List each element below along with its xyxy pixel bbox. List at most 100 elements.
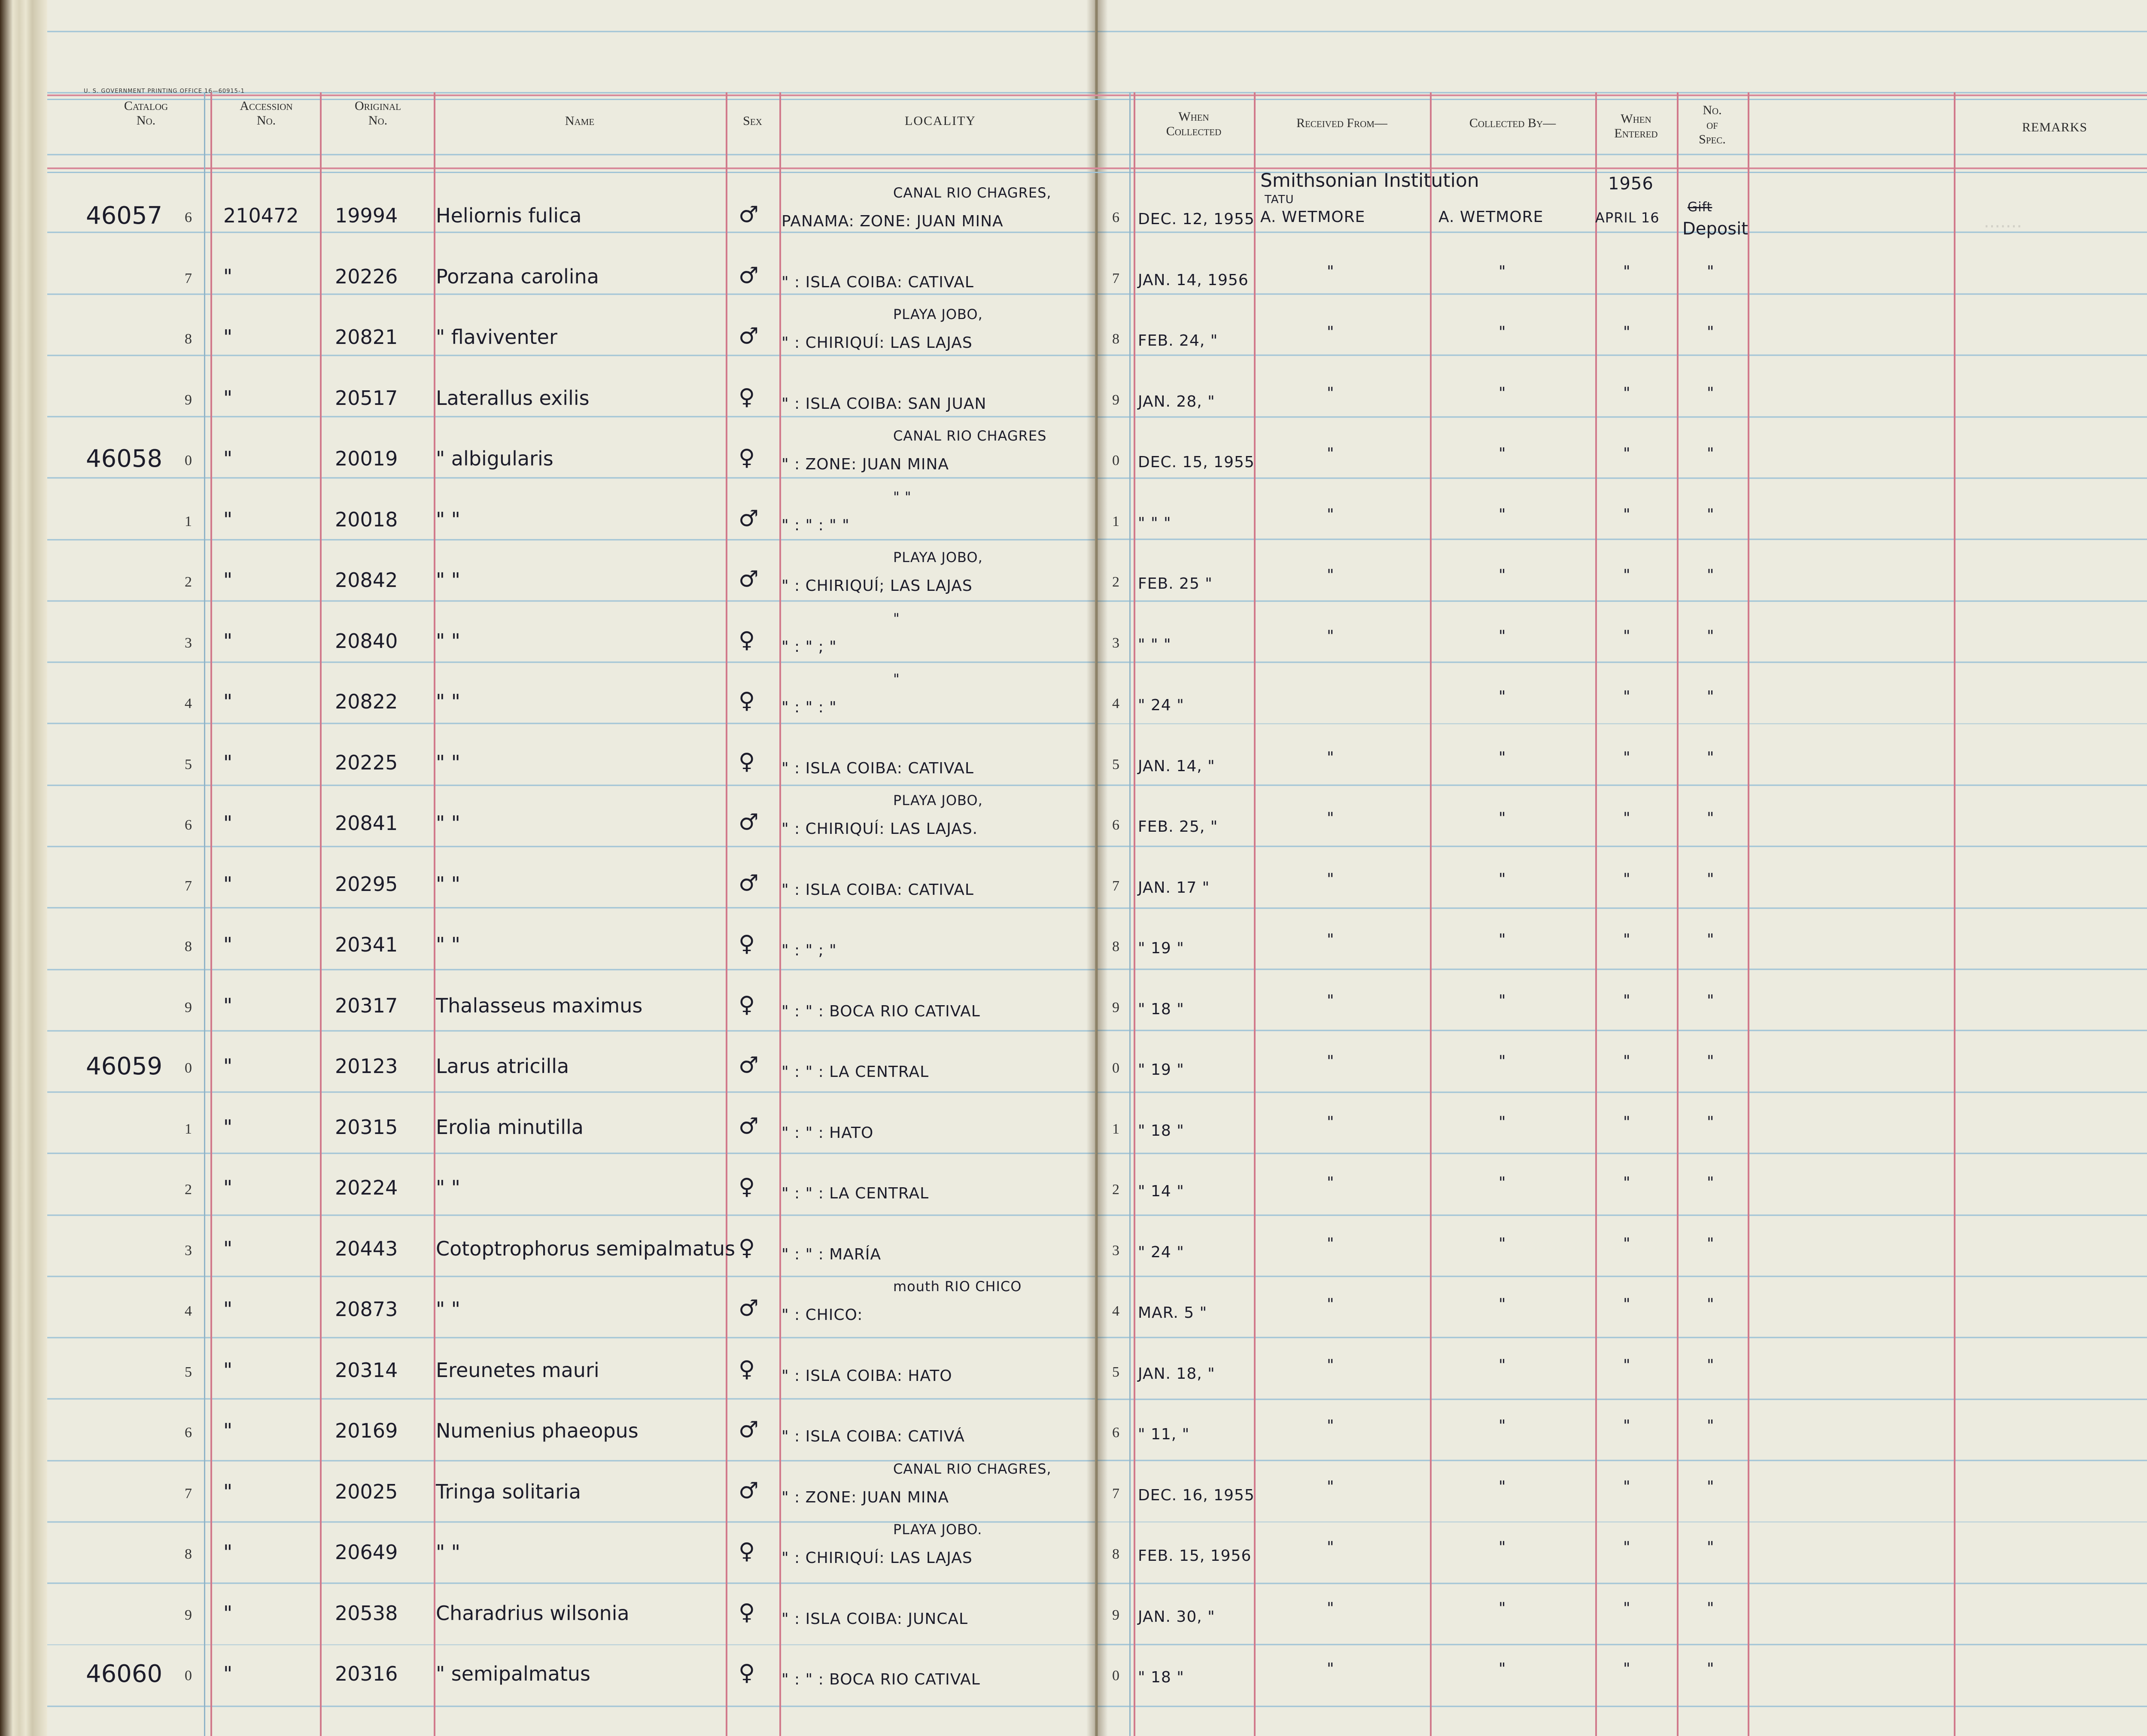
- col-divider: [1677, 92, 1679, 1736]
- catalog-digit: 6: [185, 1425, 192, 1441]
- catalog-digit: 0: [185, 453, 192, 468]
- received-from: ": [1327, 566, 1335, 584]
- catalog-digit: 7: [185, 878, 192, 894]
- received-from-person: A. WETMORE: [1260, 208, 1365, 226]
- when-collected: FEB. 25, ": [1138, 818, 1218, 836]
- no-of-spec: ": [1707, 1538, 1715, 1556]
- accession-number: ": [223, 812, 233, 835]
- catalog-digit-right: 3: [1112, 635, 1119, 651]
- accession-number: ": [223, 1115, 233, 1139]
- received-from: ": [1327, 262, 1335, 280]
- when-collected: " 14 ": [1138, 1183, 1184, 1200]
- catalog-digit: 0: [185, 1668, 192, 1684]
- col-divider: [1595, 92, 1597, 1736]
- species-name: Erolia minutilla: [436, 1115, 584, 1139]
- collected-by: ": [1499, 566, 1506, 584]
- collected-by: ": [1499, 1538, 1506, 1556]
- collected-by: ": [1499, 931, 1506, 949]
- catalog-digit: 0: [185, 1060, 192, 1076]
- when-entered: ": [1623, 1538, 1631, 1556]
- collected-by: ": [1499, 1052, 1506, 1070]
- no-of-spec: ": [1707, 1295, 1715, 1313]
- locality-upper: CANAL RIO CHAGRES,: [893, 185, 1052, 201]
- original-number: 20538: [335, 1601, 398, 1625]
- header-collected-by: Collected By—: [1469, 116, 1556, 130]
- catalog-digit-right: 4: [1112, 1303, 1119, 1319]
- catalog-digit-right: 0: [1112, 1060, 1119, 1076]
- header-received-from: Received From—: [1296, 116, 1387, 130]
- catalog-number: 46057: [86, 202, 163, 230]
- received-from-tatu: TATU: [1265, 193, 1294, 206]
- species-name: " ": [436, 629, 460, 653]
- accession-number: ": [223, 751, 233, 774]
- locality: " : CHIRIQUÍ; LAS LAJAS: [782, 577, 973, 595]
- catalog-digit-right: 1: [1112, 1121, 1119, 1137]
- original-number: 20316: [335, 1662, 398, 1685]
- when-entered: ": [1623, 748, 1631, 766]
- accession-number: ": [223, 1358, 233, 1382]
- when-entered: ": [1623, 1052, 1631, 1070]
- when-entered: ": [1623, 323, 1631, 341]
- bleed-through-ghost: ·······: [1984, 217, 2022, 237]
- sex-symbol: ♂: [739, 323, 759, 349]
- catalog-digit: 3: [185, 635, 192, 651]
- when-collected: DEC. 15, 1955: [1138, 453, 1255, 471]
- when-collected: " 19 ": [1138, 939, 1184, 957]
- locality: " : CHICO:: [782, 1306, 863, 1324]
- sex-symbol: ♂: [739, 1113, 759, 1139]
- locality: " : CHIRIQUÍ: LAS LAJAS: [782, 1549, 973, 1567]
- species-name: " albigularis: [436, 447, 553, 470]
- species-name: " ": [436, 690, 460, 713]
- sex-symbol: ♀: [739, 991, 755, 1018]
- when-collected: " 24 ": [1138, 1243, 1184, 1261]
- sex-symbol: ♂: [739, 262, 759, 289]
- when-entered: ": [1623, 1295, 1631, 1313]
- collected-by: ": [1499, 870, 1506, 888]
- sex-symbol: ♂: [739, 1478, 759, 1504]
- col-divider: [779, 92, 781, 1736]
- sex-symbol: ♀: [739, 1599, 755, 1625]
- header-no-of-spec: No. of Spec.: [1699, 103, 1726, 146]
- species-name: " ": [436, 872, 460, 896]
- accession-number: ": [223, 994, 233, 1017]
- original-number: 20226: [335, 265, 398, 288]
- collected-by: ": [1499, 688, 1506, 705]
- catalog-digit-right: 4: [1112, 696, 1119, 711]
- no-of-spec: ": [1707, 688, 1715, 705]
- when-collected: DEC. 12, 1955: [1138, 210, 1255, 228]
- col-divider: [1748, 92, 1749, 1736]
- species-name: Tringa solitaria: [436, 1480, 581, 1503]
- when-collected: FEB. 24, ": [1138, 332, 1218, 350]
- when-collected: DEC. 16, 1955: [1138, 1486, 1255, 1504]
- when-entered: ": [1623, 1174, 1631, 1192]
- sex-symbol: ♀: [739, 445, 755, 471]
- accession-number: ": [223, 1237, 233, 1260]
- species-name: " flaviventer: [436, 325, 557, 349]
- no-of-spec: ": [1707, 991, 1715, 1009]
- catalog-digit-right: 8: [1112, 939, 1119, 955]
- received-from: ": [1327, 870, 1335, 888]
- catalog-digit-right: 8: [1112, 1546, 1119, 1562]
- collected-by: ": [1499, 1295, 1506, 1313]
- no-of-spec: ": [1707, 323, 1715, 341]
- species-name: " ": [436, 508, 460, 531]
- sex-symbol: ♂: [739, 566, 759, 592]
- species-name: Charadrius wilsonia: [436, 1601, 630, 1625]
- catalog-digit-right: 6: [1112, 210, 1119, 225]
- when-collected: FEB. 15, 1956: [1138, 1547, 1252, 1565]
- locality: " : " : BOCA RIO CATIVAL: [782, 1002, 980, 1020]
- accession-number: ": [223, 508, 233, 531]
- collected-by: ": [1499, 1417, 1506, 1435]
- locality: PANAMA: ZONE: JUAN MINA: [782, 213, 1004, 230]
- when-entered: ": [1623, 1113, 1631, 1131]
- locality: " : ISLA COIBA: CATIVAL: [782, 881, 974, 899]
- no-of-spec: ": [1707, 1234, 1715, 1253]
- sex-symbol: ♂: [739, 505, 759, 532]
- when-entered: ": [1623, 1599, 1631, 1617]
- accession-number: ": [223, 1601, 233, 1625]
- catalog-digit-right: 2: [1112, 1182, 1119, 1198]
- catalog-digit: 3: [185, 1242, 192, 1259]
- collected-by: ": [1499, 445, 1506, 462]
- when-entered: ": [1623, 384, 1631, 402]
- when-entered: ": [1623, 1478, 1631, 1496]
